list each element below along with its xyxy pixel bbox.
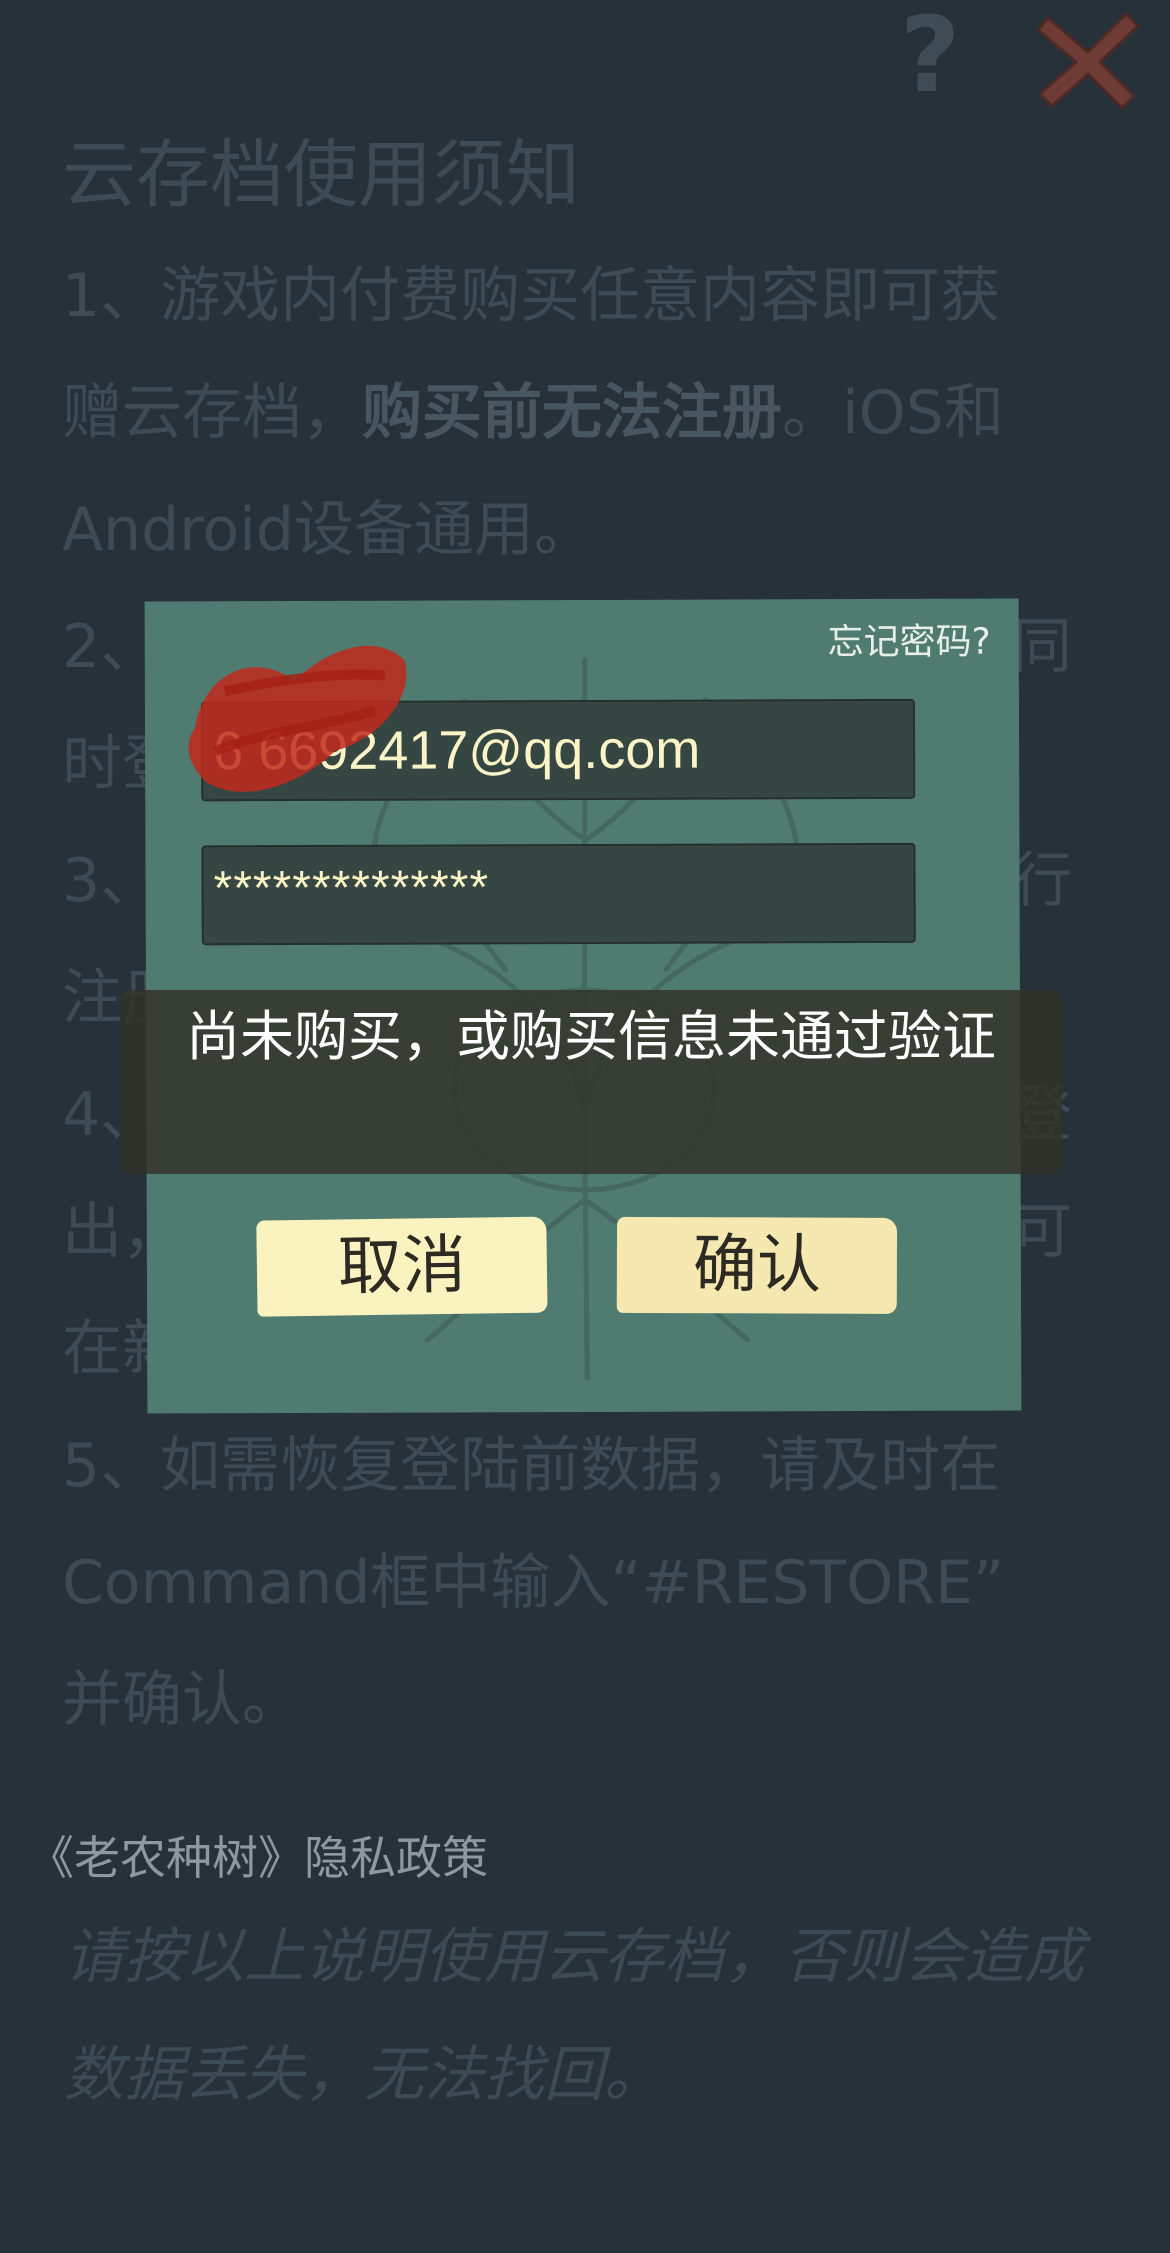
warning-line-1: 请按以上说明使用云存档，否则会造成	[64, 1922, 1084, 1992]
redaction-scribble	[188, 645, 407, 792]
cancel-button[interactable]: 取消	[256, 1216, 548, 1317]
screen: ? 云存档使用须知 1、游戏内付费购买任意内容即可获 赠云存档，购买前无法注册。…	[0, 0, 1170, 2253]
notice-item-2-suffix: 同	[1012, 612, 1072, 682]
password-field[interactable]: **************	[201, 842, 916, 946]
notice-item-1-line-3: Android设备通用。	[62, 495, 594, 565]
notice-item-1-text-end: 。iOS和	[782, 378, 1004, 448]
notice-item-5-line-3: 并确认。	[62, 1665, 302, 1735]
error-toast: 尚未购买，或购买信息未通过验证	[120, 990, 1062, 1174]
notice-item-5-line-2: Command框中输入“#RESTORE”	[62, 1548, 1004, 1618]
help-button[interactable]: ?	[890, 0, 970, 110]
notice-item-4-line-2-suffix: 可	[1012, 1197, 1072, 1267]
notice-title: 云存档使用须知	[62, 132, 580, 218]
notice-item-1-line-1: 1、游戏内付费购买任意内容即可获	[62, 261, 1001, 331]
warning-line-2: 数据丢失，无法找回。	[64, 2040, 664, 2110]
notice-item-3-suffix: 行	[1012, 846, 1072, 916]
warning-text: 请按以上说明使用云存档，否则会造成 数据丢失，无法找回。	[64, 1898, 1124, 2134]
notice-item-1-emphasis: 购买前无法注册	[362, 378, 782, 448]
notice-item-5-line-1: 5、如需恢复登陆前数据，请及时在	[62, 1431, 1001, 1501]
confirm-button[interactable]: 确认	[616, 1216, 898, 1314]
close-button[interactable]	[1034, 8, 1142, 112]
notice-item-1-text: 赠云存档，	[62, 378, 362, 448]
notice-item-1-line-2: 赠云存档，购买前无法注册。iOS和	[62, 355, 1072, 472]
forgot-password-link[interactable]: 忘记密码?	[828, 617, 991, 670]
privacy-policy-link[interactable]: 《老农种树》隐私政策	[28, 1826, 488, 1890]
close-x-icon	[1036, 12, 1140, 110]
